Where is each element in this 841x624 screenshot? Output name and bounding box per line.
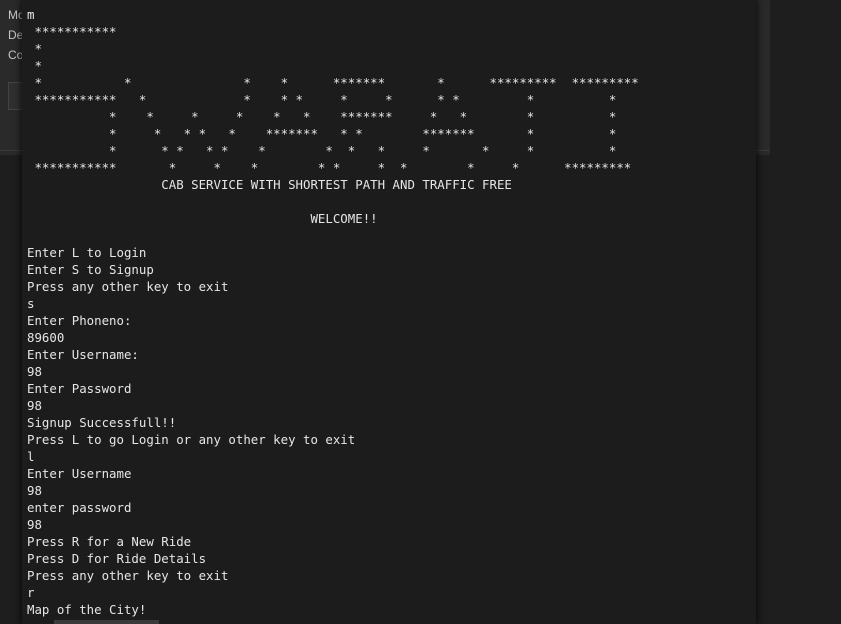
terminal-line: * [27,41,42,56]
terminal-line: Press any other key to exit [27,279,229,294]
terminal-line: Enter L to Login [27,245,147,260]
terminal-line: *********** * * * * * * * * * * [27,92,617,107]
terminal-line: * * * * * * ******* * * * * [27,109,617,124]
terminal-line: Enter S to Signup [27,262,154,277]
terminal-line: s [27,296,35,311]
terminal-line: Press D for Ride Details [27,551,207,566]
terminal-line: Enter Username: [27,347,139,362]
terminal-line: m [27,7,35,22]
terminal-line: l [27,449,35,464]
terminal-scroll-tab[interactable] [54,620,159,624]
terminal-line: r [27,585,35,600]
terminal-line: enter password [27,500,132,515]
terminal-line: *********** * * * * * * * * * ********* [27,160,632,175]
terminal-line: 98 [27,398,42,413]
terminal-line: *********** [27,24,117,39]
terminal-line: Press any other key to exit [27,568,229,583]
terminal-line: 98 [27,364,42,379]
terminal-line: Signup Successfull!! [27,415,177,430]
terminal-line: Enter Phoneno: [27,313,132,328]
terminal-output: m *********** * * * * * * ******* * ****… [27,6,639,618]
terminal-line: CAB SERVICE WITH SHORTEST PATH AND TRAFF… [27,177,512,192]
terminal-line: 98 [27,483,42,498]
terminal-line: * [27,58,42,73]
terminal-line: * * * * * * * * * * * * * [27,143,617,158]
terminal-line: 98 [27,517,42,532]
terminal-line: Press L to go Login or any other key to … [27,432,356,447]
terminal-line: * * * * ******* * ********* ********* [27,75,639,90]
terminal-line: Enter Password [27,381,132,396]
terminal-line: Enter Username [27,466,132,481]
terminal-line: Press R for a New Ride [27,534,192,549]
terminal-line: * * * * * ******* * * ******* * * [27,126,617,141]
terminal-line: 89600 [27,330,65,345]
terminal-line: WELCOME!! [27,211,378,226]
terminal-line: Map of the City! [27,602,147,617]
terminal-window[interactable]: m *********** * * * * * * ******* * ****… [22,0,756,624]
